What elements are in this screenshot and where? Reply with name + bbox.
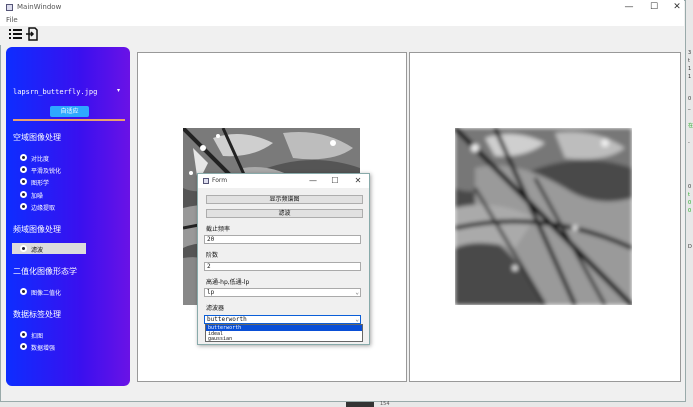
section-binary-title: 二值化图像形态学	[13, 267, 77, 276]
pass-type-value: lp	[207, 289, 215, 296]
order-label: 阶数	[206, 252, 219, 259]
sidebar-item-augment[interactable]: 数据增强	[31, 343, 55, 352]
background-text: D	[688, 244, 692, 250]
sidebar-item-morphology[interactable]: 图形学	[31, 178, 49, 187]
section-spatial-title: 空域图像处理	[13, 133, 61, 142]
filter-type-select[interactable]: butterworth ⌄	[204, 315, 361, 324]
section-label-title: 数据标签处理	[13, 310, 61, 319]
background-text: 1	[688, 66, 692, 72]
cutoff-label: 截止频率	[206, 226, 231, 233]
title-bar: MainWindow — ☐ ✕	[0, 0, 684, 15]
list-icon[interactable]	[9, 28, 22, 40]
radio-icon[interactable]	[20, 203, 27, 210]
form-minimize-button[interactable]: —	[302, 174, 324, 188]
radio-icon[interactable]	[20, 331, 27, 338]
chevron-down-icon[interactable]: ⌄	[355, 316, 359, 324]
sidebar-item-smooth-sharpen[interactable]: 平滑及锐化	[31, 166, 61, 175]
radio-icon[interactable]	[20, 245, 27, 252]
order-input[interactable]: 2	[204, 262, 361, 271]
form-title: Form	[212, 177, 228, 184]
sidebar-item-cutout[interactable]: 扣图	[31, 331, 43, 340]
sidebar-divider	[13, 119, 125, 121]
toolbar	[0, 26, 684, 45]
background-text: 1	[688, 74, 692, 80]
background-text: t	[688, 58, 690, 64]
radio-icon[interactable]	[20, 288, 27, 295]
cutoff-input[interactable]: 20	[204, 235, 361, 244]
adapt-button[interactable]: 自适应	[50, 106, 89, 117]
filter-type-value: butterworth	[207, 316, 247, 323]
chevron-down-icon[interactable]: ▾	[117, 87, 120, 94]
background-number: 154	[380, 401, 390, 407]
sidebar-item-edge[interactable]: 边缘提取	[31, 203, 55, 212]
window-icon	[6, 4, 13, 11]
background-text: 0	[688, 208, 692, 214]
background-text: 0	[688, 200, 692, 206]
window-title: MainWindow	[17, 3, 62, 11]
form-maximize-button[interactable]: ☐	[324, 174, 346, 188]
background-text: 3	[688, 50, 692, 56]
show-spectrum-button[interactable]: 显示频谱图	[206, 195, 363, 204]
background-text: -	[688, 140, 690, 146]
radio-icon[interactable]	[20, 166, 27, 173]
background-text: _	[688, 104, 691, 110]
menu-file[interactable]: File	[6, 16, 18, 24]
form-close-button[interactable]: ✕	[347, 174, 369, 188]
menu-bar	[0, 15, 684, 26]
sidebar-item-filter[interactable]: 滤波	[31, 245, 43, 254]
radio-icon[interactable]	[20, 343, 27, 350]
section-frequency-title: 频域图像处理	[13, 225, 61, 234]
radio-icon[interactable]	[20, 178, 27, 185]
background-text: t	[688, 192, 690, 198]
pass-type-label: 高通-hp,低通-lp	[206, 279, 250, 286]
radio-icon[interactable]	[20, 191, 27, 198]
dropdown-option-gaussian[interactable]: gaussian	[206, 336, 362, 342]
pass-type-input[interactable]: lp ⌄	[204, 288, 361, 297]
apply-filter-button[interactable]: 滤波	[206, 209, 363, 218]
filter-type-dropdown: butterworth ideal gaussian	[205, 324, 363, 342]
filtered-image	[455, 128, 632, 305]
sidebar-item-noise[interactable]: 加噪	[31, 191, 43, 200]
minimize-button[interactable]: —	[618, 1, 640, 14]
background-text: 0	[688, 96, 692, 102]
background-text: 0	[688, 184, 692, 190]
form-title-bar: Form — ☐ ✕	[198, 174, 369, 188]
export-icon[interactable]	[26, 27, 38, 41]
close-button[interactable]: ✕	[666, 1, 688, 14]
background-text: 在	[688, 123, 693, 129]
file-select-label[interactable]: lapsrn_butterfly.jpg	[13, 88, 97, 96]
sidebar-item-contrast[interactable]: 对比度	[31, 154, 49, 163]
background-strip	[346, 402, 374, 407]
form-window-icon	[203, 178, 209, 184]
chevron-down-icon[interactable]: ⌄	[355, 289, 359, 297]
maximize-button[interactable]: ☐	[643, 1, 665, 14]
filter-form-dialog: Form — ☐ ✕ 显示频谱图 滤波 截止频率 20 阶数 2 高通-hp,低…	[197, 173, 370, 345]
filter-type-label: 滤波器	[206, 305, 225, 312]
sidebar-item-binarize[interactable]: 图像二值化	[31, 288, 61, 297]
radio-icon[interactable]	[20, 154, 27, 161]
